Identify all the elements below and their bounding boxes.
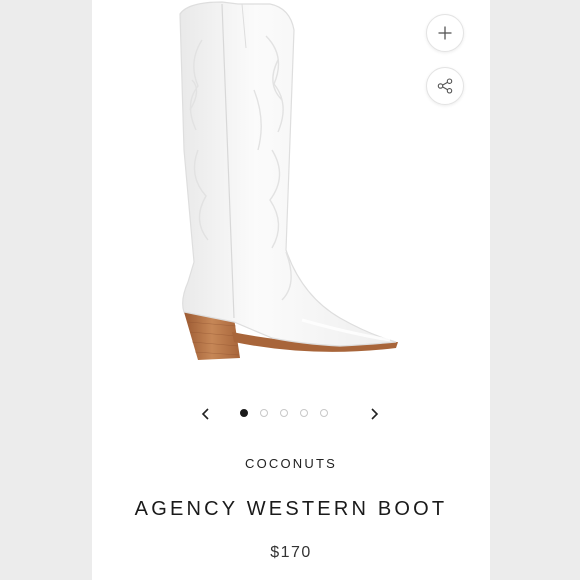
plus-icon — [438, 26, 452, 40]
carousel-dots — [240, 409, 328, 417]
product-brand[interactable]: COCONUTS — [92, 456, 490, 471]
zoom-button[interactable] — [426, 14, 464, 52]
product-title: AGENCY WESTERN BOOT — [134, 498, 448, 520]
left-background — [0, 0, 92, 580]
chevron-right-icon — [371, 408, 379, 420]
next-image-button[interactable] — [366, 404, 382, 424]
prev-image-button[interactable] — [198, 404, 214, 424]
share-icon — [437, 78, 453, 94]
image-carousel-controls — [92, 404, 490, 424]
product-panel: COCONUTS AGENCY WESTERN BOOT $170 — [92, 0, 490, 580]
share-button[interactable] — [426, 67, 464, 105]
carousel-dot[interactable] — [240, 409, 248, 417]
carousel-dot[interactable] — [320, 409, 328, 417]
carousel-dot[interactable] — [300, 409, 308, 417]
product-price: $170 — [270, 544, 312, 561]
boot-illustration — [179, 1, 398, 360]
chevron-left-icon — [201, 408, 209, 420]
carousel-dot[interactable] — [280, 409, 288, 417]
carousel-dot[interactable] — [260, 409, 268, 417]
product-image[interactable] — [162, 0, 422, 370]
right-background — [490, 0, 580, 580]
